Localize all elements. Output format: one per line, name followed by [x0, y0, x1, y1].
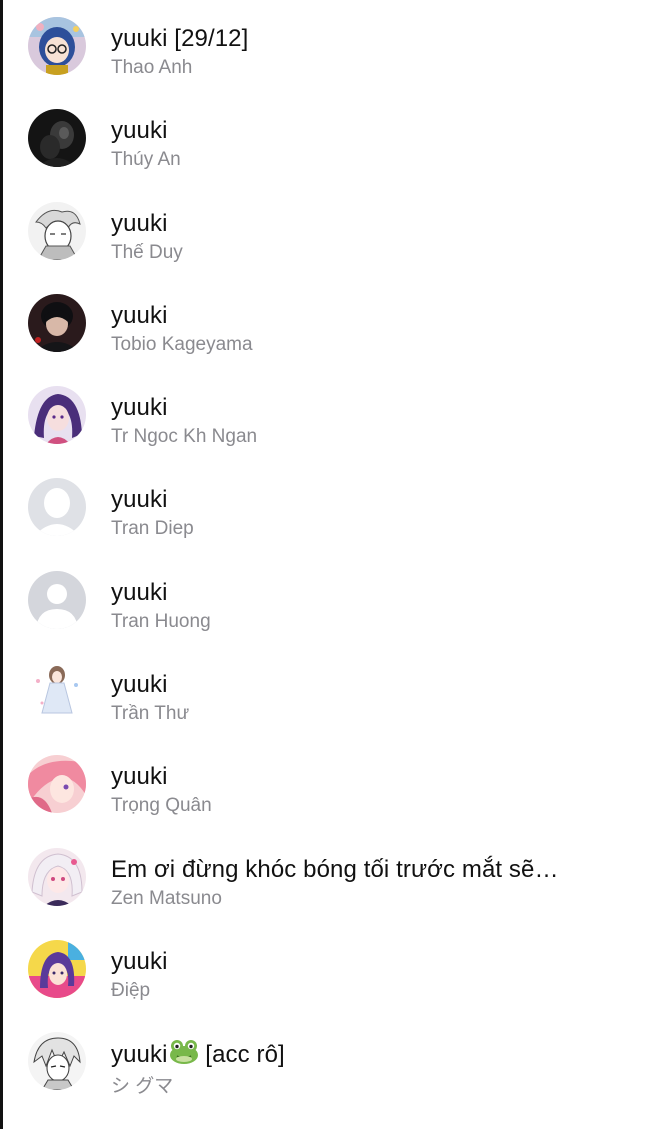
conversation-item[interactable]: yuuki Trọng Quân [0, 738, 653, 830]
conversation-subtitle: Điệp [111, 979, 151, 1001]
default-person-avatar[interactable] [28, 478, 86, 537]
conversation-subtitle: Trọng Quân [111, 795, 212, 817]
white-hair-girl-avatar[interactable] [28, 847, 86, 906]
conversation-title: yuuki [111, 671, 168, 699]
conversation-subtitle: Thúy An [111, 149, 181, 171]
conversation-title: yuuki [111, 394, 168, 422]
purple-hair-girl-avatar[interactable] [28, 386, 86, 445]
conversation-title: yuuki [111, 578, 168, 606]
conversation-item[interactable]: yuuki [acc rô] シ グマ [0, 1015, 653, 1107]
conversation-title-name: yuuki [111, 1041, 168, 1069]
default-person-avatar[interactable] [28, 570, 86, 629]
conversation-subtitle: Tobio Kageyama [111, 333, 253, 355]
colorful-anime-avatar[interactable] [28, 939, 86, 998]
conversation-title: yuuki [111, 117, 168, 145]
pink-hair-girl-avatar[interactable] [28, 755, 86, 814]
conversation-list: yuuki [29/12] Thao Anh yuuki Thúy An yuu… [0, 0, 653, 1108]
conversation-title: yuuki [111, 947, 168, 975]
conversation-subtitle: Trần Thư [111, 703, 190, 725]
conversation-subtitle: Thế Duy [111, 241, 183, 263]
conversation-item[interactable]: yuuki Tr Ngoc Kh Ngan [0, 369, 653, 461]
conversation-item[interactable]: yuuki Điệp [0, 923, 653, 1015]
conversation-title: yuuki [111, 301, 168, 329]
conversation-title: yuuki [111, 763, 168, 791]
conversation-item[interactable]: yuuki [29/12] Thao Anh [0, 0, 653, 92]
conversation-item[interactable]: yuuki Tran Diep [0, 461, 653, 553]
conversation-title-suffix: [acc rô] [198, 1041, 285, 1069]
conversation-title: yuuki [acc rô] [111, 1039, 633, 1073]
anime-girl-glasses-avatar[interactable] [28, 17, 86, 75]
conversation-item[interactable]: yuuki Trần Thư [0, 646, 653, 738]
conversation-title: yuuki [29/12] [111, 25, 249, 52]
conversation-subtitle: Tr Ngoc Kh Ngan [111, 426, 258, 448]
conversation-item[interactable]: yuuki Tobio Kageyama [0, 277, 653, 369]
dark-photo-avatar[interactable] [28, 109, 86, 168]
conversation-item[interactable]: yuuki Thúy An [0, 92, 653, 184]
manga-boy-sketch-avatar[interactable] [28, 1032, 86, 1091]
conversation-subtitle: シ グマ [111, 1076, 174, 1098]
frog-emoji-icon [169, 1039, 199, 1073]
conversation-title: yuuki [111, 209, 168, 237]
conversation-title: yuuki [111, 486, 168, 514]
conversation-item[interactable]: yuuki Tran Huong [0, 554, 653, 646]
conversation-item[interactable]: yuuki Thế Duy [0, 185, 653, 277]
conversation-subtitle: Tran Huong [111, 610, 211, 632]
conversation-subtitle: Tran Diep [111, 518, 194, 540]
conversation-item[interactable]: Em ơi đừng khóc bóng tối trước mắt sẽ… Z… [0, 831, 653, 923]
dark-hair-boy-avatar[interactable] [28, 293, 86, 352]
conversation-subtitle: Zen Matsuno [111, 887, 222, 909]
conversation-subtitle: Thao Anh [111, 57, 193, 78]
chibi-girl-dress-avatar[interactable] [28, 663, 86, 722]
conversation-title: Em ơi đừng khóc bóng tối trước mắt sẽ… [111, 855, 559, 883]
manga-sketch-avatar[interactable] [28, 201, 86, 260]
